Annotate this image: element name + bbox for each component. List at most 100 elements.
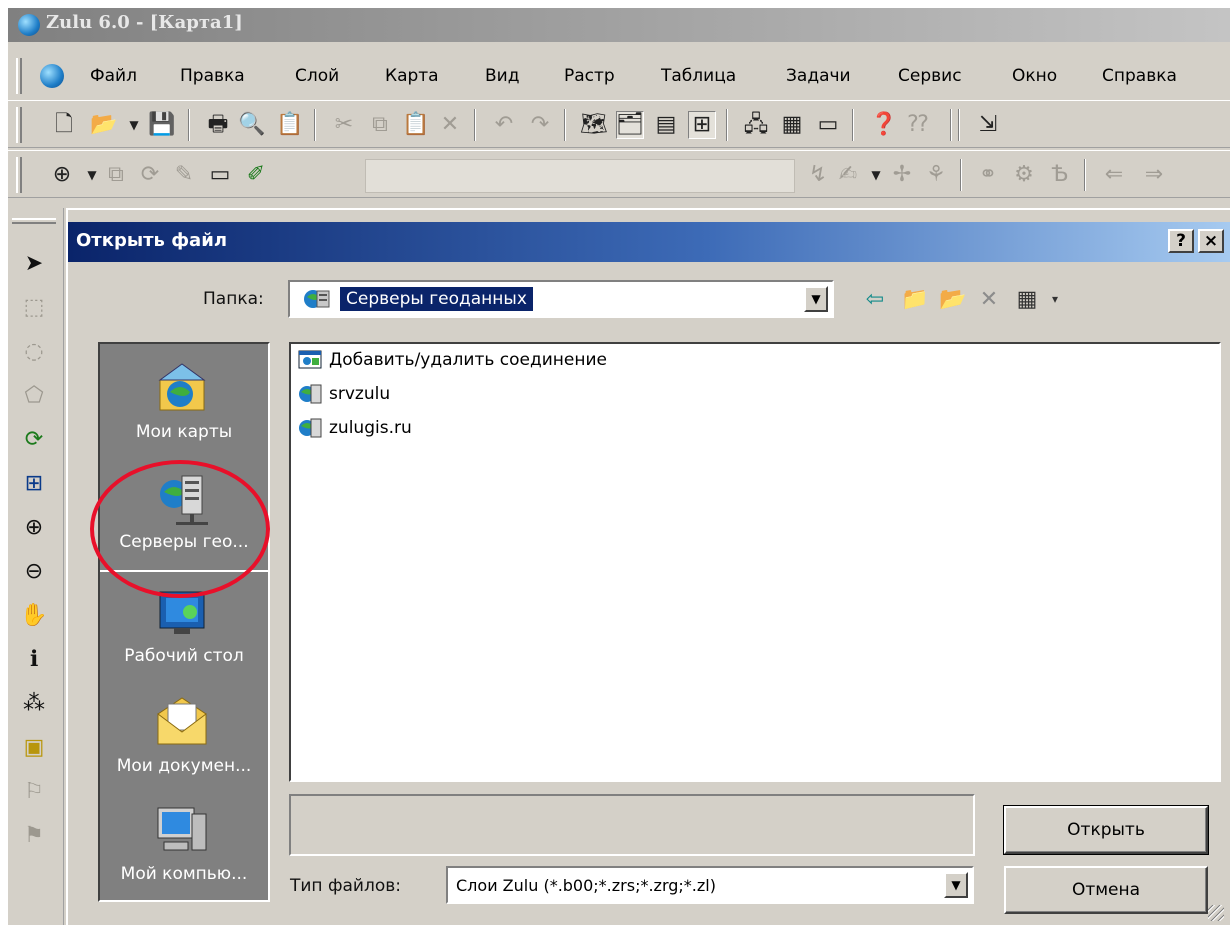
file-type-dropdown-icon[interactable]: ▼ xyxy=(944,872,968,898)
list-item[interactable]: srvzulu xyxy=(297,380,390,408)
file-name-input[interactable] xyxy=(289,794,975,856)
dialog-title: Открыть файл xyxy=(76,230,227,251)
zoom-out-icon[interactable]: ⊖ xyxy=(20,556,48,586)
map-layers-icon[interactable]: 🖧 xyxy=(742,111,770,139)
menu-table[interactable]: Таблица xyxy=(661,66,736,86)
menu-layer[interactable]: Слой xyxy=(295,66,339,86)
network-icon[interactable]: ⚙ xyxy=(1010,161,1038,189)
open-button[interactable]: Открыть xyxy=(1003,805,1209,855)
node-icon[interactable]: ✢ xyxy=(888,161,916,189)
draw-icon[interactable]: ✍ xyxy=(834,161,862,189)
up-folder-icon[interactable]: 📁 xyxy=(900,286,930,312)
menu-service[interactable]: Сервис xyxy=(898,66,962,86)
place-label: Мои карты xyxy=(135,422,233,442)
text-icon[interactable]: Ѣ xyxy=(1046,161,1074,189)
select-box-icon[interactable]: ⬚ xyxy=(20,292,48,322)
open-folder-icon[interactable]: 📂 xyxy=(90,111,118,139)
snap-icon[interactable]: ↯ xyxy=(804,161,832,189)
context-help-icon[interactable]: ⁇ xyxy=(904,111,932,139)
select-arrow-icon[interactable]: ➤ xyxy=(20,248,48,278)
help-button[interactable]: ? xyxy=(1168,229,1194,253)
pan-hand-icon[interactable]: ✋ xyxy=(20,600,48,630)
new-document-icon[interactable]: 🗋 xyxy=(50,111,78,139)
list-item[interactable]: zulugis.ru xyxy=(297,414,412,442)
cancel-button[interactable]: Отмена xyxy=(1004,866,1208,914)
menu-map[interactable]: Карта xyxy=(385,66,439,86)
folder-dropdown-icon[interactable]: ▼ xyxy=(804,286,828,312)
route-edit-icon[interactable]: ⚑ xyxy=(20,820,48,850)
menu-help[interactable]: Справка xyxy=(1102,66,1177,86)
file-list[interactable]: Добавить/удалить соединение srvzulu zulu… xyxy=(289,342,1221,782)
file-type-select[interactable]: Слои Zulu (*.b00;*.zrs;*.zrg;*.zl) ▼ xyxy=(446,866,974,904)
window-title: Zulu 6.0 - [Карта1] xyxy=(46,12,243,33)
paste-icon[interactable]: 📋 xyxy=(402,111,430,139)
back-arrow-icon[interactable]: ⇦ xyxy=(860,286,890,312)
zoom-in-icon[interactable]: ⊕ xyxy=(20,512,48,542)
left-toolbar-grip[interactable] xyxy=(12,218,56,224)
info-icon[interactable]: ℹ xyxy=(20,644,48,674)
menu-edit[interactable]: Правка xyxy=(180,66,245,86)
menu-window[interactable]: Окно xyxy=(1012,66,1057,86)
print-icon[interactable]: 🖶 xyxy=(204,111,232,139)
toolbar-separator xyxy=(960,159,962,191)
scatter-icon[interactable]: ⁂ xyxy=(20,688,48,718)
properties-icon[interactable]: 📋 xyxy=(276,111,304,139)
node-edit-icon[interactable]: ⚘ xyxy=(922,161,950,189)
toolbar-grip[interactable] xyxy=(16,157,22,193)
label-icon[interactable]: ▭ xyxy=(206,161,234,189)
link-icon[interactable]: ⚭ xyxy=(974,161,1002,189)
chart-icon[interactable]: ▦ xyxy=(778,111,806,139)
title-bar: Zulu 6.0 - [Карта1] xyxy=(8,8,1230,42)
rotate-object-icon[interactable]: ⟳ xyxy=(136,161,164,189)
toolbar-grip[interactable] xyxy=(16,107,22,143)
folder-select[interactable]: Серверы геоданных ▼ xyxy=(288,280,834,318)
select-circle-icon[interactable]: ◌ xyxy=(20,336,48,366)
lock-edit-icon[interactable]: ✐ xyxy=(242,161,270,189)
select-polygon-icon[interactable]: ⬠ xyxy=(20,380,48,410)
document-arrow-icon[interactable]: ⇲ xyxy=(974,111,1002,139)
layers-icon[interactable]: 🗺 xyxy=(580,111,608,139)
menu-file[interactable]: Файл xyxy=(90,66,137,86)
list-item[interactable]: Добавить/удалить соединение xyxy=(297,346,607,374)
copy-object-icon[interactable]: ⧉ xyxy=(102,161,130,189)
view-menu-icon[interactable]: ▦ xyxy=(1012,286,1042,312)
help-icon[interactable]: ❓ xyxy=(870,111,898,139)
forward-arrow-icon[interactable]: ⇒ xyxy=(1140,161,1168,189)
delete-icon[interactable]: ✕ xyxy=(974,286,1004,312)
place-my-maps[interactable]: Мои карты xyxy=(100,352,268,462)
document-globe-icon[interactable] xyxy=(40,64,64,88)
resize-grip[interactable] xyxy=(1208,905,1224,921)
cut-icon[interactable]: ✂ xyxy=(330,111,358,139)
redo-icon[interactable]: ↷ xyxy=(526,111,554,139)
place-my-computer[interactable]: Мой компью... xyxy=(100,794,268,900)
toolbar-separator xyxy=(958,109,960,141)
edit-object-icon[interactable]: ✎ xyxy=(170,161,198,189)
menu-tasks[interactable]: Задачи xyxy=(786,66,851,86)
place-my-documents[interactable]: Мои докумен... xyxy=(100,686,268,796)
menubar-grip[interactable] xyxy=(16,58,22,94)
new-folder-icon[interactable]: 📂 xyxy=(938,286,968,312)
copy-icon[interactable]: ⧉ xyxy=(366,111,394,139)
back-arrow-icon[interactable]: ⇐ xyxy=(1100,161,1128,189)
view-menu-dropdown-icon[interactable]: ▾ xyxy=(1040,286,1070,312)
draw-dropdown-icon[interactable]: ▼ xyxy=(862,161,890,189)
table-icon[interactable]: ▤ xyxy=(652,111,680,139)
add-object-icon[interactable]: ⊕ xyxy=(48,161,76,189)
menu-view[interactable]: Вид xyxy=(485,66,519,86)
delete-icon[interactable]: ✕ xyxy=(436,111,464,139)
route-icon[interactable]: ⚐ xyxy=(20,776,48,806)
print-preview-icon[interactable]: 🔍 xyxy=(238,111,266,139)
refresh-icon[interactable]: ⟳ xyxy=(20,424,48,454)
open-dropdown-icon[interactable]: ▼ xyxy=(120,111,148,139)
fit-view-icon[interactable]: ⊞ xyxy=(20,468,48,498)
undo-icon[interactable]: ↶ xyxy=(490,111,518,139)
toolbar-separator xyxy=(474,109,476,141)
window-icon[interactable]: ▭ xyxy=(814,111,842,139)
server-icon xyxy=(297,382,325,406)
save-icon[interactable]: 💾 xyxy=(148,111,176,139)
close-button[interactable]: × xyxy=(1198,229,1224,253)
zoom-frame-icon[interactable]: ⊞ xyxy=(688,111,716,139)
layer-folder-icon[interactable]: 🗂 xyxy=(616,111,644,139)
scale-icon[interactable]: ▣ xyxy=(20,732,48,762)
menu-raster[interactable]: Растр xyxy=(564,66,615,86)
